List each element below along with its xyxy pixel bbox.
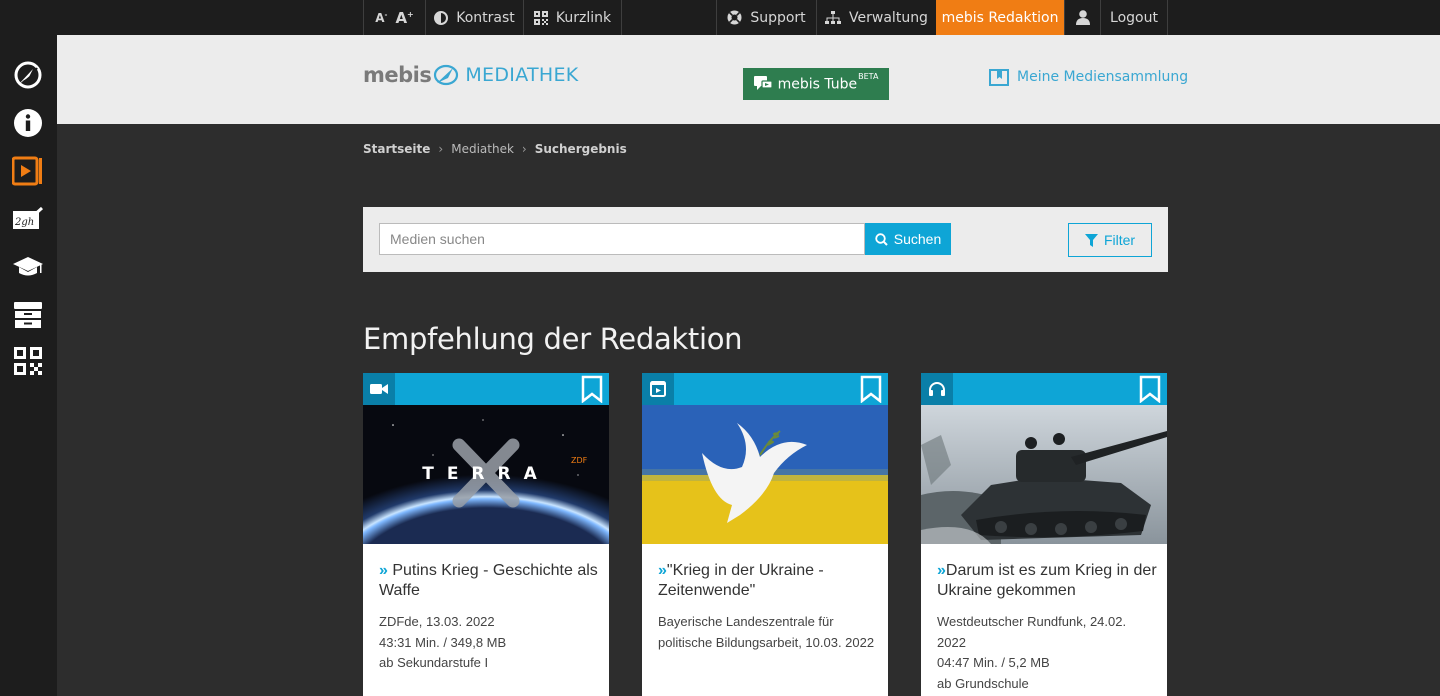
interactive-media-icon [642, 373, 674, 405]
font-size-controls: A- A+ [363, 0, 425, 35]
bookmark-collection-icon [989, 69, 1009, 86]
zdf-logo: ZDF [571, 456, 588, 465]
mebis-mediathek-logo[interactable]: mebis MEDIATHEK [363, 63, 579, 87]
font-decrease-button[interactable]: A- [375, 11, 387, 25]
logout-button[interactable]: Logout [1100, 0, 1168, 35]
info-icon[interactable] [11, 106, 45, 140]
card-header-bar [921, 373, 1167, 405]
user-icon [1075, 10, 1090, 25]
meine-mediensammlung-link[interactable]: Meine Mediensammlung [989, 68, 1188, 86]
section-title: Empfehlung der Redaktion [363, 322, 743, 356]
mediathek-icon[interactable] [11, 154, 45, 188]
qr-code-icon[interactable] [11, 344, 45, 378]
card-thumbnail[interactable] [642, 405, 888, 544]
tube-chat-icon [753, 76, 772, 90]
whiteboard-icon[interactable]: 2gh [11, 202, 45, 236]
headphones-icon [921, 373, 953, 405]
media-card[interactable]: »Darum ist es zum Krieg in der Ukraine g… [921, 373, 1167, 696]
card-header-bar [642, 373, 888, 405]
card-thumbnail[interactable]: TERRA ZDF [363, 405, 609, 544]
search-input[interactable] [379, 223, 865, 255]
filter-icon [1084, 233, 1098, 247]
bookmark-icon[interactable] [858, 374, 884, 404]
kontrast-button[interactable]: Kontrast [425, 0, 523, 35]
card-title[interactable]: » Putins Krieg - Geschichte als Waffe [379, 561, 599, 601]
breadcrumb-current: Suchergebnis [534, 142, 627, 156]
breadcrumb-mediathek[interactable]: Mediathek [451, 142, 514, 156]
card-title[interactable]: »Darum ist es zum Krieg in der Ukraine g… [937, 561, 1157, 601]
kurzlink-button[interactable]: Kurzlink [523, 0, 621, 35]
lifebuoy-icon [727, 10, 742, 25]
user-profile-button[interactable] [1064, 0, 1100, 35]
card-image-title: TERRA [422, 464, 550, 484]
top-bar: A- A+ Kontrast Kurzlink Support Verwaltu… [57, 0, 1440, 35]
search-button[interactable]: Suchen [865, 223, 951, 255]
left-sidebar: 2gh [0, 0, 57, 696]
media-card[interactable]: »"Krieg in der Ukraine - Zeitenwende" Ba… [642, 373, 888, 696]
video-camera-icon [363, 373, 395, 405]
card-meta: Westdeutscher Rundfunk, 24.02. 2022 04:4… [937, 614, 1127, 691]
card-title[interactable]: »"Krieg in der Ukraine - Zeitenwende" [658, 561, 878, 601]
bookmark-icon[interactable] [1137, 374, 1163, 404]
breadcrumb: Startseite › Mediathek › Suchergebnis [363, 142, 627, 156]
card-meta: Bayerische Landeszentrale für politische… [658, 614, 875, 650]
qr-code-icon [533, 10, 548, 25]
verwaltung-button[interactable]: Verwaltung [816, 0, 936, 35]
mebis-logo-icon[interactable] [11, 58, 45, 92]
search-panel: Suchen Filter [363, 207, 1168, 272]
hierarchy-icon [825, 10, 842, 24]
card-meta: ZDFde, 13.03. 2022 43:31 Min. / 349,8 MB… [379, 614, 507, 670]
archive-icon[interactable] [11, 298, 45, 332]
bookmark-icon[interactable] [579, 374, 605, 404]
mebis-tube-button[interactable]: mebis TubeBETA [743, 68, 889, 100]
divider [621, 0, 622, 35]
breadcrumb-separator: › [521, 142, 527, 156]
graduation-cap-icon[interactable] [11, 250, 45, 284]
svg-text:2gh: 2gh [14, 217, 34, 228]
font-increase-button[interactable]: A+ [395, 9, 413, 27]
media-card[interactable]: TERRA ZDF » Putins Krieg - Geschichte al… [363, 373, 609, 696]
mebis-leaf-icon [434, 64, 459, 86]
header: mebis MEDIATHEK mebis TubeBETA Meine Med… [57, 35, 1440, 124]
redaktion-button[interactable]: mebis Redaktion [936, 0, 1064, 35]
filter-button[interactable]: Filter [1068, 223, 1152, 257]
support-button[interactable]: Support [716, 0, 816, 35]
breadcrumb-separator: › [438, 142, 444, 156]
card-thumbnail[interactable] [921, 405, 1167, 544]
contrast-icon [434, 10, 449, 25]
breadcrumb-startseite[interactable]: Startseite [363, 142, 430, 156]
card-header-bar [363, 373, 609, 405]
search-icon [875, 232, 888, 246]
